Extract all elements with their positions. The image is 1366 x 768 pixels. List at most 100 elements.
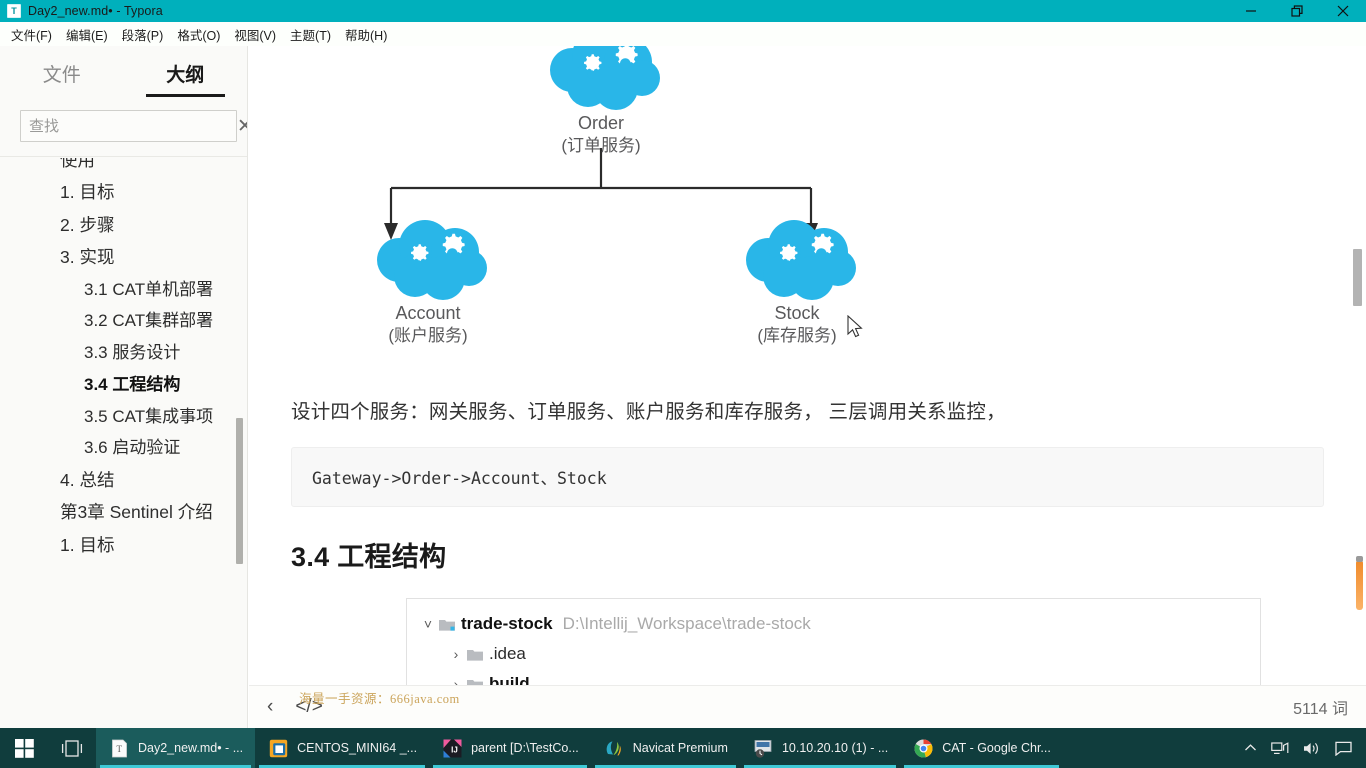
typora-icon: T (108, 737, 130, 759)
file-tree-row-build: › build (407, 669, 1260, 685)
title-bar: T Day2_new.md• - Typora (0, 0, 1366, 22)
outline-item-3-4[interactable]: 3.4 工程结构 (84, 369, 247, 401)
typora-t-icon: T (7, 4, 21, 18)
sidebar-tabs: 文件 大纲 (0, 46, 247, 102)
diagram-node-account: Account (账户服务) (343, 220, 513, 347)
node-label-account: Account (395, 303, 461, 323)
chevron-right-icon: › (453, 676, 459, 685)
outline-item-2-buzhou[interactable]: 2. 步骤 (60, 209, 247, 241)
windows-taskbar: T Day2_new.md• - ... CENTOS_MINI64 _... (0, 728, 1366, 768)
window-title: Day2_new.md• - Typora (28, 4, 163, 18)
outline-list: 使用 1. 目标 2. 步骤 3. 实现 3.1 CAT单机部署 3.2 CAT… (0, 158, 247, 561)
file-tree-name: build (489, 674, 530, 685)
system-tray (1244, 741, 1366, 756)
action-center-icon[interactable] (1335, 741, 1352, 756)
node-label-order: Order (577, 113, 624, 133)
file-tree-row-trade-stock: ˅ trade-stock D:\Intellij_Workspace\trad… (407, 609, 1260, 639)
outline-item-1-mubiao[interactable]: 1. 目标 (60, 176, 247, 208)
scrollbar-position-marker[interactable] (1356, 556, 1363, 610)
svg-text:IJ: IJ (451, 745, 458, 754)
tab-files[interactable]: 文件 (0, 60, 124, 97)
window-controls (1228, 0, 1366, 22)
menu-paragraph[interactable]: 段落(P) (115, 23, 171, 46)
diagram-node-order: Order (订单服务) (516, 46, 686, 157)
content-inner: Order (订单服务) Account (账户服务) Stock (库存服务)… (249, 46, 1366, 685)
outline-item-3-5[interactable]: 3.5 CAT集成事项 (84, 401, 247, 433)
taskbar-item-label: CAT - Google Chr... (942, 741, 1051, 755)
navicat-icon (603, 737, 625, 759)
vmware-icon (267, 737, 289, 759)
chrome-icon (912, 737, 934, 759)
outline-item-shiyong[interactable]: 使用 (60, 158, 247, 176)
file-tree-name: trade-stock (461, 614, 553, 634)
menu-file[interactable]: 文件(F) (4, 23, 59, 46)
network-icon[interactable] (1271, 741, 1289, 756)
task-view-icon[interactable] (48, 728, 96, 768)
menu-theme[interactable]: 主题(T) (283, 23, 338, 46)
chevron-up-icon[interactable] (1244, 743, 1257, 753)
sidebar-scrollbar-thumb[interactable] (236, 418, 243, 564)
menu-bar: 文件(F) 编辑(E) 段落(P) 格式(O) 视图(V) 主题(T) 帮助(H… (0, 22, 1366, 46)
outline-item-3-6[interactable]: 3.6 启动验证 (84, 432, 247, 464)
svg-text:T: T (116, 744, 122, 754)
typora-window: T Day2_new.md• - Typora 文件(F) 编辑(E) 段落(P… (0, 0, 1366, 768)
service-architecture-diagram: Order (订单服务) Account (账户服务) Stock (库存服务) (291, 46, 1324, 370)
watermark-text: 海量一手资源：666java.com (299, 692, 460, 706)
cloud-gears-icon (377, 220, 487, 300)
file-tree-name: .idea (489, 644, 526, 664)
volume-icon[interactable] (1303, 741, 1321, 756)
paragraph-service-design: 设计四个服务：网关服务、订单服务、账户服务和库存服务， 三层调用关系监控， (291, 401, 1006, 423)
chevron-right-icon: › (453, 646, 459, 663)
close-icon[interactable] (1320, 0, 1366, 22)
document-content[interactable]: Order (订单服务) Account (账户服务) Stock (库存服务)… (249, 46, 1366, 685)
content-scrollbar-thumb[interactable] (1353, 249, 1362, 306)
menu-help[interactable]: 帮助(H) (338, 23, 394, 46)
chevron-down-icon: ˅ (423, 616, 433, 633)
heading-3-4: 3.4 工程结构 (291, 542, 447, 573)
outline-item-3-shixian[interactable]: 3. 实现 (60, 241, 247, 273)
menu-view[interactable]: 视图(V) (227, 23, 283, 46)
taskbar-item-intellij[interactable]: IJ parent [D:\TestCo... (429, 728, 591, 768)
outline-list-wrapper[interactable]: 使用 1. 目标 2. 步骤 3. 实现 3.1 CAT单机部署 3.2 CAT… (0, 158, 247, 748)
node-sublabel-order: (订单服务) (561, 136, 641, 156)
folder-icon (467, 648, 489, 661)
folder-icon (467, 678, 489, 685)
restore-icon[interactable] (1274, 0, 1320, 22)
chevron-left-icon[interactable]: ‹ (267, 696, 273, 718)
file-tree-row-idea: › .idea (407, 639, 1260, 669)
menu-edit[interactable]: 编辑(E) (59, 23, 115, 46)
taskbar-item-label: Navicat Premium (632, 741, 728, 755)
menu-format[interactable]: 格式(O) (170, 23, 227, 46)
file-tree-path: D:\Intellij_Workspace\trade-stock (562, 614, 811, 634)
cloud-gears-icon (550, 46, 660, 110)
windows-start-icon[interactable] (0, 728, 48, 768)
node-sublabel-account: (账户服务) (388, 326, 468, 346)
outline-item-3-3[interactable]: 3.3 服务设计 (84, 337, 247, 369)
taskbar-item-chrome[interactable]: CAT - Google Chr... (900, 728, 1063, 768)
taskbar-item-label: CENTOS_MINI64 _... (297, 741, 418, 755)
close-icon[interactable]: ✕ (237, 115, 247, 138)
taskbar-item-label: parent [D:\TestCo... (471, 741, 579, 755)
taskbar-item-label: Day2_new.md• - ... (138, 741, 244, 755)
taskbar-item-label: 10.10.20.10 (1) - ... (781, 741, 889, 755)
taskbar-item-vmware[interactable]: CENTOS_MINI64 _... (255, 728, 429, 768)
code-block-call-chain[interactable]: Gateway->Order->Account、Stock (291, 447, 1324, 508)
minimize-icon[interactable] (1228, 0, 1274, 22)
search-row: ✕ (0, 102, 247, 157)
taskbar-item-remote-desktop[interactable]: 10.10.20.10 (1) - ... (740, 728, 900, 768)
cloud-gears-icon (746, 220, 856, 300)
word-count: 5114 词 (1293, 701, 1348, 718)
outline-item-3-1[interactable]: 3.1 CAT单机部署 (84, 274, 247, 306)
sidebar: 文件 大纲 ✕ 使用 1. 目标 2. 步骤 3. 实现 3.1 CAT单机部署… (0, 46, 248, 748)
intellij-idea-icon: IJ (441, 737, 463, 759)
search-input[interactable] (20, 110, 237, 142)
folder-icon (439, 618, 461, 631)
taskbar-item-typora[interactable]: T Day2_new.md• - ... (96, 728, 256, 768)
outline-item-1-mubiao-2[interactable]: 1. 目标 (60, 529, 247, 561)
outline-item-3-2[interactable]: 3.2 CAT集群部署 (84, 305, 247, 337)
taskbar-item-navicat[interactable]: Navicat Premium (591, 728, 740, 768)
tab-outline[interactable]: 大纲 (124, 60, 248, 97)
remote-desktop-icon (752, 737, 774, 759)
outline-item-4-zongjie[interactable]: 4. 总结 (60, 464, 247, 496)
outline-item-chapter3-sentinel[interactable]: 第3章 Sentinel 介绍 (60, 496, 247, 528)
